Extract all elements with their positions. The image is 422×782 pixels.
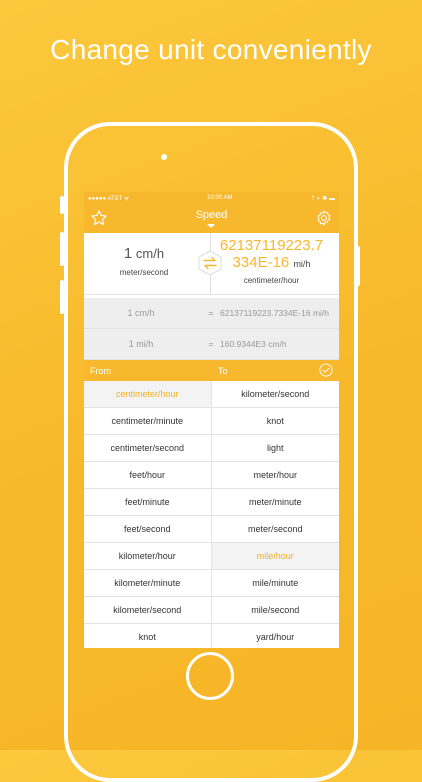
phone-home-button xyxy=(186,652,234,700)
list-header: From To xyxy=(84,360,339,381)
from-unit-list-item[interactable]: kilometer/hour xyxy=(84,543,211,570)
result-equals: = xyxy=(208,308,214,318)
nav-bar: Speed xyxy=(84,204,339,233)
to-value-line2: 334E-16 xyxy=(232,254,290,271)
from-unit-list-item[interactable]: kilometer/minute xyxy=(84,570,211,597)
from-unit-name: meter/second xyxy=(119,268,169,277)
from-unit-list-item[interactable]: knot xyxy=(84,624,211,648)
unit-picker: centimeter/hour centimeter/minute centimet… xyxy=(84,381,339,648)
result-left: 1 cm/h xyxy=(127,308,155,318)
phone-side-button xyxy=(60,196,64,214)
swap-icon[interactable] xyxy=(197,250,223,276)
to-unit-list-item[interactable]: meter/hour xyxy=(211,462,339,489)
from-unit-list-item[interactable]: feet/hour xyxy=(84,462,211,489)
to-unit-list-item[interactable]: kilometer/second xyxy=(211,381,339,408)
result-left: 1 mi/h xyxy=(128,339,154,349)
nav-title[interactable]: Speed xyxy=(84,209,339,221)
to-unit-list-item[interactable]: mile/second xyxy=(211,597,339,624)
from-unit-list-item[interactable]: kilometer/second xyxy=(84,597,211,624)
to-unit-name: centimeter/hour xyxy=(243,276,300,285)
to-value: 62137119223.7 334E-16 mi/h xyxy=(204,237,339,273)
to-unit: mi/h xyxy=(293,259,311,269)
from-unit-list[interactable]: centimeter/hour centimeter/minute centimet… xyxy=(84,381,212,648)
from-unit-list-item[interactable]: centimeter/hour xyxy=(84,381,211,408)
check-circle-icon[interactable] xyxy=(319,363,333,377)
result-right: 62137119223.7334E-16 mi/h xyxy=(220,308,330,318)
from-value: 1 cm/h xyxy=(84,245,204,262)
to-header: To xyxy=(218,365,228,376)
converter-panel: 1 cm/h meter/second 62137119223.7 334E-1… xyxy=(84,233,339,295)
to-value-display[interactable]: 62137119223.7 334E-16 mi/h centimeter/ho… xyxy=(204,233,339,294)
result-right: 160.9344E3 cm/h xyxy=(220,339,287,349)
to-unit-list-item[interactable]: knot xyxy=(211,408,339,435)
from-number: 1 xyxy=(123,245,133,262)
from-unit-list-item[interactable]: feet/second xyxy=(84,516,211,543)
phone-volume-down xyxy=(60,280,64,314)
status-time: 10:00 AM xyxy=(207,195,233,201)
from-unit-list-item[interactable]: centimeter/minute xyxy=(84,408,211,435)
app-screen: ●●●●● AT&T ᯤ 10:00 AM ⇡ ◐ ✱ ▬ Speed 1 cm… xyxy=(84,192,339,648)
to-unit-list-item[interactable]: light xyxy=(211,435,339,462)
from-unit-list-item[interactable]: centimeter/second xyxy=(84,435,211,462)
promo-headline: Change unit conveniently xyxy=(50,34,372,65)
result-rows: 1 cm/h = 62137119223.7334E-16 mi/h 1 mi/… xyxy=(84,298,339,360)
to-unit-list-item[interactable]: mile/hour xyxy=(211,543,339,570)
to-unit-list-item[interactable]: meter/second xyxy=(211,516,339,543)
phone-power-button xyxy=(356,246,360,286)
status-carrier: ●●●●● AT&T ᯤ xyxy=(88,196,130,202)
result-equals: = xyxy=(208,339,214,349)
chevron-down-icon[interactable] xyxy=(207,224,215,228)
phone-camera xyxy=(161,154,167,160)
to-unit-list-item[interactable]: mile/minute xyxy=(211,570,339,597)
to-unit-list-item[interactable]: yard/hour xyxy=(211,624,339,648)
result-row: 1 mi/h = 160.9344E3 cm/h xyxy=(84,329,339,360)
from-header: From xyxy=(90,365,111,376)
to-unit-list-item[interactable]: meter/minute xyxy=(211,489,339,516)
phone-volume-up xyxy=(60,232,64,266)
to-value-line2-wrap: 334E-16 mi/h xyxy=(204,254,339,273)
from-unit-list-item[interactable]: feet/minute xyxy=(84,489,211,516)
status-right: ⇡ ◐ ✱ ▬ xyxy=(310,195,335,202)
gear-icon[interactable] xyxy=(315,209,333,227)
to-unit-list[interactable]: kilometer/second knot light meter/hour meter… xyxy=(211,381,339,648)
to-value-line1: 62137119223.7 xyxy=(219,237,324,254)
result-row: 1 cm/h = 62137119223.7334E-16 mi/h xyxy=(84,298,339,329)
from-unit: cm/h xyxy=(135,246,165,261)
status-bar: ●●●●● AT&T ᯤ 10:00 AM ⇡ ◐ ✱ ▬ xyxy=(84,192,339,204)
from-value-display[interactable]: 1 cm/h meter/second xyxy=(84,233,204,294)
